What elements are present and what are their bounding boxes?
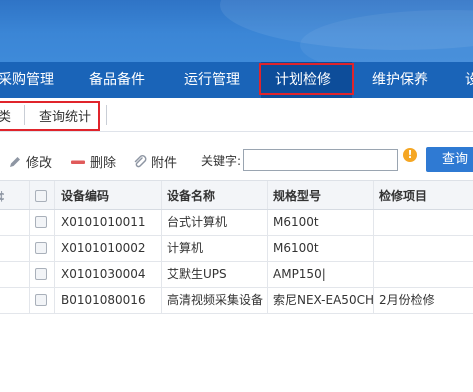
edit-label: 修改 — [26, 156, 53, 171]
cell-name: 高清视频采集设备 — [167, 293, 264, 307]
header-banner — [0, 0, 473, 62]
attachment-label: 附件 — [151, 156, 178, 171]
row-checkbox[interactable] — [35, 242, 47, 254]
cell-code: X0101030004 — [61, 267, 146, 281]
delete-button[interactable]: 删除 — [70, 152, 116, 173]
cell-name: 台式计算机 — [167, 215, 228, 229]
minus-icon — [70, 155, 86, 173]
cell-name: 艾默生UPS — [167, 267, 227, 281]
table-row[interactable]: B0101080016 高清视频采集设备 索尼NEX-EA50CH 2月份检修 — [0, 288, 473, 314]
nav-item-operation[interactable]: 运行管理 — [184, 62, 240, 98]
cell-item — [379, 210, 473, 235]
delete-label: 删除 — [90, 156, 117, 171]
nav-item-upkeep[interactable]: 维护保养 — [372, 62, 428, 98]
nav-item-more[interactable]: 设 — [465, 62, 473, 98]
table-row[interactable]: X0101010002 计算机 M6100t — [0, 236, 473, 262]
table-row[interactable]: X0101010011 台式计算机 M6100t — [0, 210, 473, 236]
cell-name: 计算机 — [167, 241, 204, 255]
main-nav: 采购管理 备品备件 运行管理 计划检修 维护保养 设 — [0, 62, 473, 98]
highlight-frame — [259, 63, 354, 95]
table-row[interactable]: X0101030004 艾默生UPS AMP150| — [0, 262, 473, 288]
query-button[interactable]: 查询 — [426, 147, 473, 172]
tab-divider — [106, 105, 107, 125]
pencil-icon — [8, 155, 22, 173]
nav-item-spare-parts[interactable]: 备品备件 — [89, 62, 145, 98]
cell-code: B0101080016 — [61, 293, 146, 307]
column-header-model[interactable]: 规格型号 — [273, 181, 368, 209]
table-header: ¢ 设备编码 设备名称 规格型号 检修项目 — [0, 180, 473, 210]
cell-item: 2月份检修 — [379, 293, 435, 307]
cell-code: X0101010002 — [61, 241, 146, 255]
nav-item-purchase[interactable]: 采购管理 — [0, 62, 54, 98]
attachment-button[interactable]: 附件 — [133, 152, 177, 173]
highlight-frame — [0, 101, 100, 131]
column-header-code[interactable]: 设备编码 — [61, 181, 156, 209]
column-header-item[interactable]: 检修项目 — [379, 181, 473, 209]
info-icon[interactable]: ! — [403, 148, 417, 162]
select-all-checkbox[interactable] — [35, 190, 47, 202]
toolbar: 修改 删除 附件 关键字: — [0, 140, 473, 180]
cell-model: 索尼NEX-EA50CH — [273, 293, 373, 307]
cell-model: M6100t — [273, 215, 319, 229]
cell-item — [379, 262, 473, 287]
cell-item — [379, 236, 473, 261]
settings-icon[interactable]: ¢ — [0, 181, 7, 209]
edit-button[interactable]: 修改 — [8, 152, 52, 173]
paperclip-icon — [133, 154, 147, 173]
keyword-input[interactable] — [243, 149, 398, 171]
row-checkbox[interactable] — [35, 216, 47, 228]
keyword-label: 关键字: — [201, 154, 242, 168]
cell-model: M6100t — [273, 241, 319, 255]
cell-code: X0101010011 — [61, 215, 146, 229]
row-checkbox[interactable] — [35, 268, 47, 280]
row-checkbox[interactable] — [35, 294, 47, 306]
column-header-name[interactable]: 设备名称 — [167, 181, 262, 209]
cell-model: AMP150| — [273, 267, 326, 281]
